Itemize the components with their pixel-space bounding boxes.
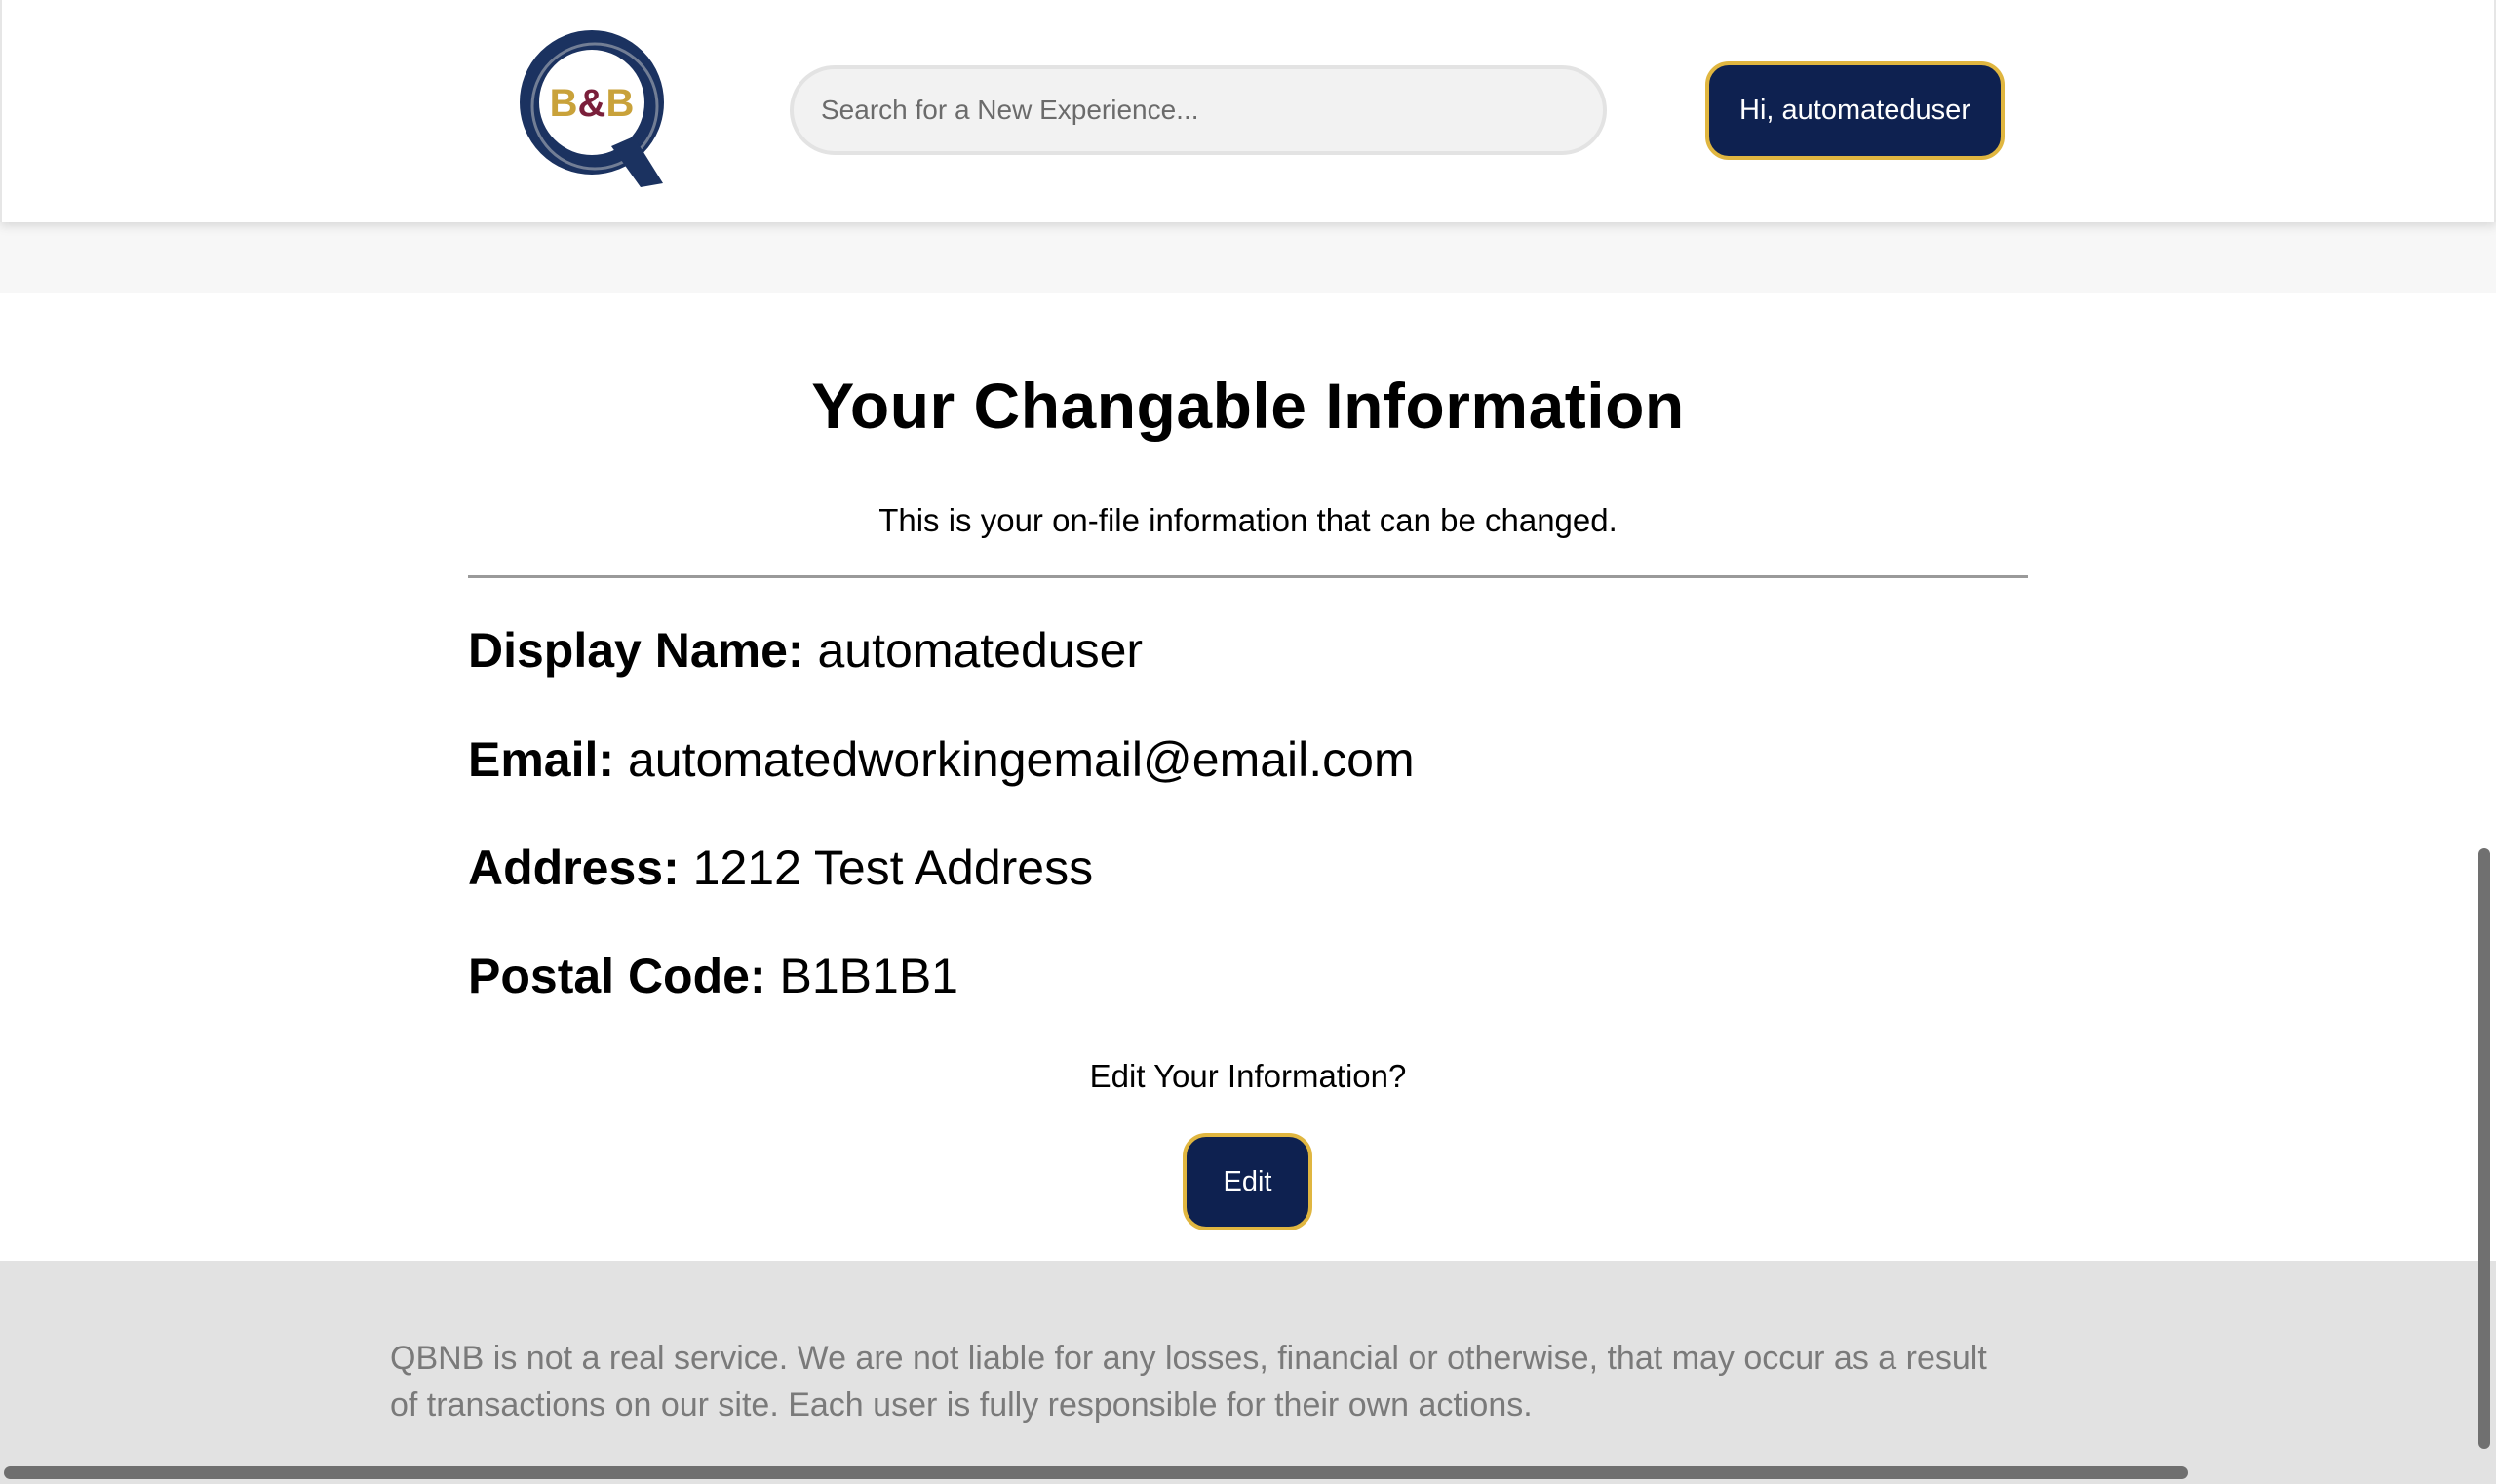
divider — [468, 575, 2028, 578]
address-value: 1212 Test Address — [692, 840, 1094, 895]
q-logo-icon: B&B — [520, 30, 664, 187]
postal-code-row: Postal Code: B1B1B1 — [468, 948, 958, 1004]
horizontal-scrollbar[interactable] — [4, 1466, 2188, 1479]
search-input[interactable] — [790, 65, 1607, 155]
address-label: Address: — [468, 840, 680, 895]
postal-code-label: Postal Code: — [468, 949, 766, 1003]
site-header: B&B Hi, automateduser — [0, 0, 2496, 222]
address-row: Address: 1212 Test Address — [468, 840, 1093, 896]
logo-text: B&B — [550, 82, 635, 125]
email-label: Email: — [468, 732, 615, 787]
footer-disclaimer: QBNB is not a real service. We are not l… — [390, 1340, 1987, 1424]
page-title: Your Changable Information — [811, 370, 1685, 442]
postal-code-value: B1B1B1 — [779, 949, 958, 1003]
header-band — [0, 222, 2496, 293]
edit-prompt: Edit Your Information? — [1089, 1058, 1407, 1094]
edit-button[interactable]: Edit — [1183, 1133, 1312, 1230]
page: B&B Hi, automateduser Your Changable Inf… — [0, 0, 2496, 1484]
user-menu-button[interactable]: Hi, automateduser — [1705, 61, 2005, 160]
email-value: automatedworkingemail@email.com — [627, 732, 1415, 787]
display-name-value: automateduser — [817, 623, 1144, 678]
site-logo[interactable]: B&B — [519, 29, 675, 190]
display-name-row: Display Name: automateduser — [468, 622, 1143, 679]
email-row: Email: automatedworkingemail@email.com — [468, 731, 1415, 788]
site-footer: QBNB is not a real service. We are not l… — [0, 1261, 2496, 1484]
display-name-label: Display Name: — [468, 623, 804, 678]
page-subtitle: This is your on-file information that ca… — [878, 502, 1618, 538]
vertical-scrollbar[interactable] — [2478, 848, 2490, 1449]
